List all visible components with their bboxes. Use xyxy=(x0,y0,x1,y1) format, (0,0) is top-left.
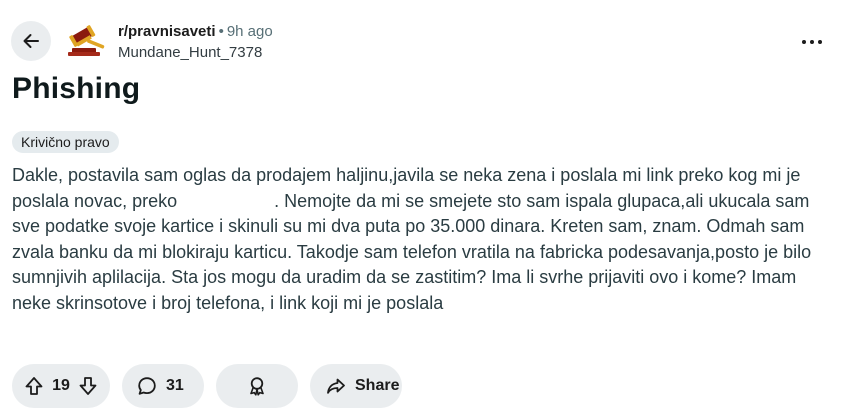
upvote-button[interactable] xyxy=(21,373,47,399)
meta-separator: • xyxy=(218,23,224,40)
comments-count: 31 xyxy=(166,377,184,394)
comment-bubble-icon xyxy=(136,375,158,397)
arrow-down-icon xyxy=(77,375,99,397)
post-body: Dakle, postavila sam oglas da prodajem h… xyxy=(12,163,830,317)
comments-button[interactable]: 31 xyxy=(122,364,204,408)
post-actions: 19 31 Share xyxy=(12,364,402,408)
gavel-icon xyxy=(68,25,105,56)
more-dot xyxy=(818,40,822,44)
post-title[interactable]: Phishing xyxy=(12,70,140,108)
arrow-up-icon xyxy=(23,375,45,397)
downvote-button[interactable] xyxy=(75,373,101,399)
share-button[interactable]: Share xyxy=(310,364,402,408)
redacted-area xyxy=(182,192,274,210)
subreddit-link[interactable]: r/pravnisaveti xyxy=(118,23,216,40)
post-flair[interactable]: Krivično pravo xyxy=(12,131,119,153)
author-link[interactable]: Mundane_Hunt_7378 xyxy=(118,43,273,63)
award-button[interactable] xyxy=(216,364,298,408)
vote-score: 19 xyxy=(52,377,70,394)
award-icon xyxy=(246,375,268,397)
arrow-left-icon xyxy=(21,31,41,51)
more-horizontal-icon xyxy=(802,40,806,44)
post-meta: r/pravnisaveti • 9h ago Mundane_Hunt_7378 xyxy=(118,22,273,63)
post-age: 9h ago xyxy=(226,23,273,40)
share-arrow-icon xyxy=(325,375,347,397)
vote-control: 19 xyxy=(12,364,110,408)
back-button[interactable] xyxy=(11,21,51,61)
share-label: Share xyxy=(355,377,400,394)
more-options-button[interactable] xyxy=(794,28,830,56)
subreddit-avatar[interactable] xyxy=(64,21,108,57)
more-dot xyxy=(810,40,814,44)
post-meta-line: r/pravnisaveti • 9h ago xyxy=(118,22,273,42)
